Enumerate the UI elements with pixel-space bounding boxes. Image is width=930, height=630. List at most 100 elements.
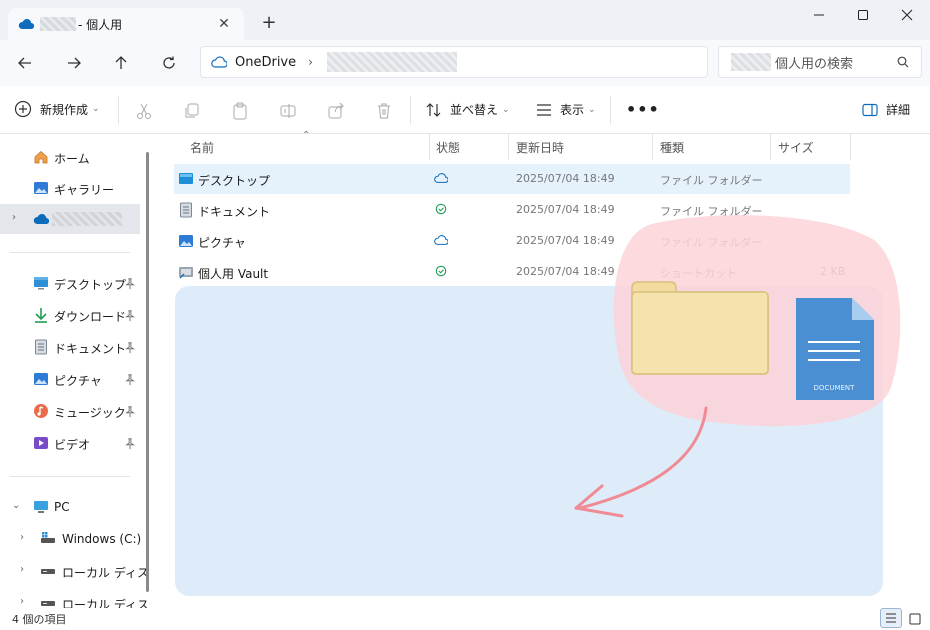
sidebar-item-download[interactable]: ダウンロード xyxy=(0,300,140,330)
file-row[interactable]: デスクトップ 2025/07/04 18:49 ファイル フォルダー xyxy=(174,164,850,194)
column-divider[interactable] xyxy=(770,134,771,160)
redacted-breadcrumb[interactable] xyxy=(326,52,457,72)
file-type: ファイル フォルダー xyxy=(660,174,763,187)
column-divider[interactable] xyxy=(850,134,851,160)
chevron-down-icon[interactable]: ⌄ xyxy=(12,500,20,511)
sidebar-item-gallery[interactable]: ギャラリー xyxy=(0,173,140,203)
new-button[interactable]: 新規作成 ⌄ xyxy=(14,100,100,118)
chevron-right-icon[interactable]: › xyxy=(20,532,24,543)
sidebar-scrollbar[interactable] xyxy=(146,152,149,592)
cut-button[interactable] xyxy=(134,101,154,121)
scissors-icon xyxy=(137,103,151,119)
column-header-modified[interactable]: 更新日時 xyxy=(516,138,564,162)
copy-icon xyxy=(185,103,199,118)
pin-icon-wrap[interactable] xyxy=(124,373,136,390)
back-button[interactable] xyxy=(9,48,41,78)
refresh-button[interactable] xyxy=(153,48,185,78)
sidebar-item-document[interactable]: ドキュメント xyxy=(0,332,140,362)
tab-onedrive-personal[interactable]: - 個人用 ✕ xyxy=(8,8,244,40)
sidebar-item-pictures[interactable]: ピクチャ xyxy=(0,364,140,394)
breadcrumb-onedrive[interactable]: OneDrive xyxy=(235,55,296,70)
document-icon xyxy=(35,339,47,355)
pc-monitor-icon xyxy=(34,501,48,513)
address-bar[interactable]: OneDrive › xyxy=(200,46,708,78)
column-divider[interactable] xyxy=(652,134,653,160)
pin-icon xyxy=(125,406,135,418)
column-header-type[interactable]: 種類 xyxy=(660,138,684,162)
large-icons-view-toggle[interactable] xyxy=(906,610,924,628)
maximize-button[interactable] xyxy=(840,0,886,30)
copy-button[interactable] xyxy=(182,101,202,121)
sidebar-item-drive[interactable]: › ローカル ディスク xyxy=(0,588,150,608)
sidebar-item-drive[interactable]: › ローカル ディスク xyxy=(0,556,150,586)
column-header-status[interactable]: 状態 xyxy=(436,138,460,162)
pin-icon-wrap[interactable] xyxy=(124,309,136,326)
sync-status xyxy=(434,203,448,218)
file-modified: 2025/07/04 18:49 xyxy=(516,203,615,216)
sidebar-item-label: ミュージック xyxy=(54,406,126,420)
sidebar-item-pc[interactable]: ⌄ PC xyxy=(0,492,140,522)
video-icon xyxy=(34,437,48,449)
delete-button[interactable] xyxy=(374,101,394,121)
new-tab-button[interactable]: + xyxy=(258,12,280,34)
chevron-right-icon[interactable]: › xyxy=(20,564,24,575)
pictures-icon xyxy=(34,373,48,385)
drag-arrow-icon xyxy=(574,406,708,518)
breadcrumb-separator[interactable]: › xyxy=(308,55,313,69)
details-view-toggle[interactable] xyxy=(880,608,902,628)
pin-icon-wrap[interactable] xyxy=(124,405,136,422)
sidebar-item-home[interactable]: ホーム xyxy=(0,142,140,172)
up-button[interactable] xyxy=(105,48,137,78)
share-button[interactable] xyxy=(326,101,346,121)
item-count: 4 個の項目 xyxy=(12,613,67,626)
sidebar-item-desktop[interactable]: デスクトップ xyxy=(0,268,140,298)
pin-icon xyxy=(125,342,135,354)
sidebar-item-label: ギャラリー xyxy=(54,183,115,197)
sidebar-item-label: ローカル ディスク xyxy=(62,598,150,608)
pin-icon-wrap[interactable] xyxy=(124,437,136,454)
details-pane-button[interactable]: 詳細 xyxy=(862,101,910,118)
pin-icon xyxy=(125,374,135,386)
sidebar-item-label: ホーム xyxy=(54,152,90,166)
sidebar-item-onedrive[interactable]: › xyxy=(0,204,140,234)
column-divider[interactable] xyxy=(429,134,430,160)
toolbar-divider xyxy=(610,96,611,124)
sort-button[interactable]: 並べ替え ⌄ xyxy=(426,101,510,118)
chevron-right-icon[interactable]: › xyxy=(20,596,24,607)
sidebar-item-music[interactable]: ミュージック xyxy=(0,396,140,426)
search-icon xyxy=(897,56,909,68)
close-icon xyxy=(901,9,913,21)
pin-icon-wrap[interactable] xyxy=(124,277,136,294)
chevron-right-icon[interactable]: › xyxy=(12,212,16,223)
maximize-icon xyxy=(858,10,868,20)
close-window-button[interactable] xyxy=(884,0,930,30)
navigation-pane: ホーム ギャラリー › デスクトップ ダウンロード ドキュメントピクチャミュージック… xyxy=(0,134,150,608)
view-button[interactable]: 表示 ⌄ xyxy=(536,101,596,118)
column-header-name[interactable]: 名前 xyxy=(190,138,214,162)
tab-close-button[interactable]: ✕ xyxy=(214,14,234,34)
search-placeholder: 個人用の検索 xyxy=(775,56,854,72)
file-name: 個人用 Vault xyxy=(198,267,269,281)
search-box[interactable]: 個人用の検索 xyxy=(718,46,922,78)
forward-button[interactable] xyxy=(58,48,90,78)
file-modified: 2025/07/04 18:49 xyxy=(516,265,615,278)
chevron-down-icon: ⌄ xyxy=(588,104,596,115)
file-name: ドキュメント xyxy=(198,205,271,219)
rename-button[interactable] xyxy=(278,101,298,121)
more-options-button[interactable]: ••• xyxy=(626,100,660,119)
column-divider[interactable] xyxy=(508,134,509,160)
sidebar-item-video[interactable]: ビデオ xyxy=(0,428,140,458)
arrow-left-icon xyxy=(18,57,31,69)
column-header-size[interactable]: サイズ xyxy=(778,138,814,162)
sort-button-label: 並べ替え xyxy=(450,103,499,117)
sync-status xyxy=(434,234,449,249)
paste-button[interactable] xyxy=(230,101,250,121)
refresh-icon xyxy=(163,56,175,69)
windows-drive-icon xyxy=(41,532,55,543)
minimize-button[interactable] xyxy=(796,0,842,30)
sidebar-item-label: ピクチャ xyxy=(54,374,102,388)
tab-title: - 個人用 xyxy=(78,17,123,32)
sidebar-item-drive[interactable]: › Windows (C:) xyxy=(0,524,141,554)
share-icon xyxy=(328,102,344,119)
pin-icon-wrap[interactable] xyxy=(124,341,136,358)
